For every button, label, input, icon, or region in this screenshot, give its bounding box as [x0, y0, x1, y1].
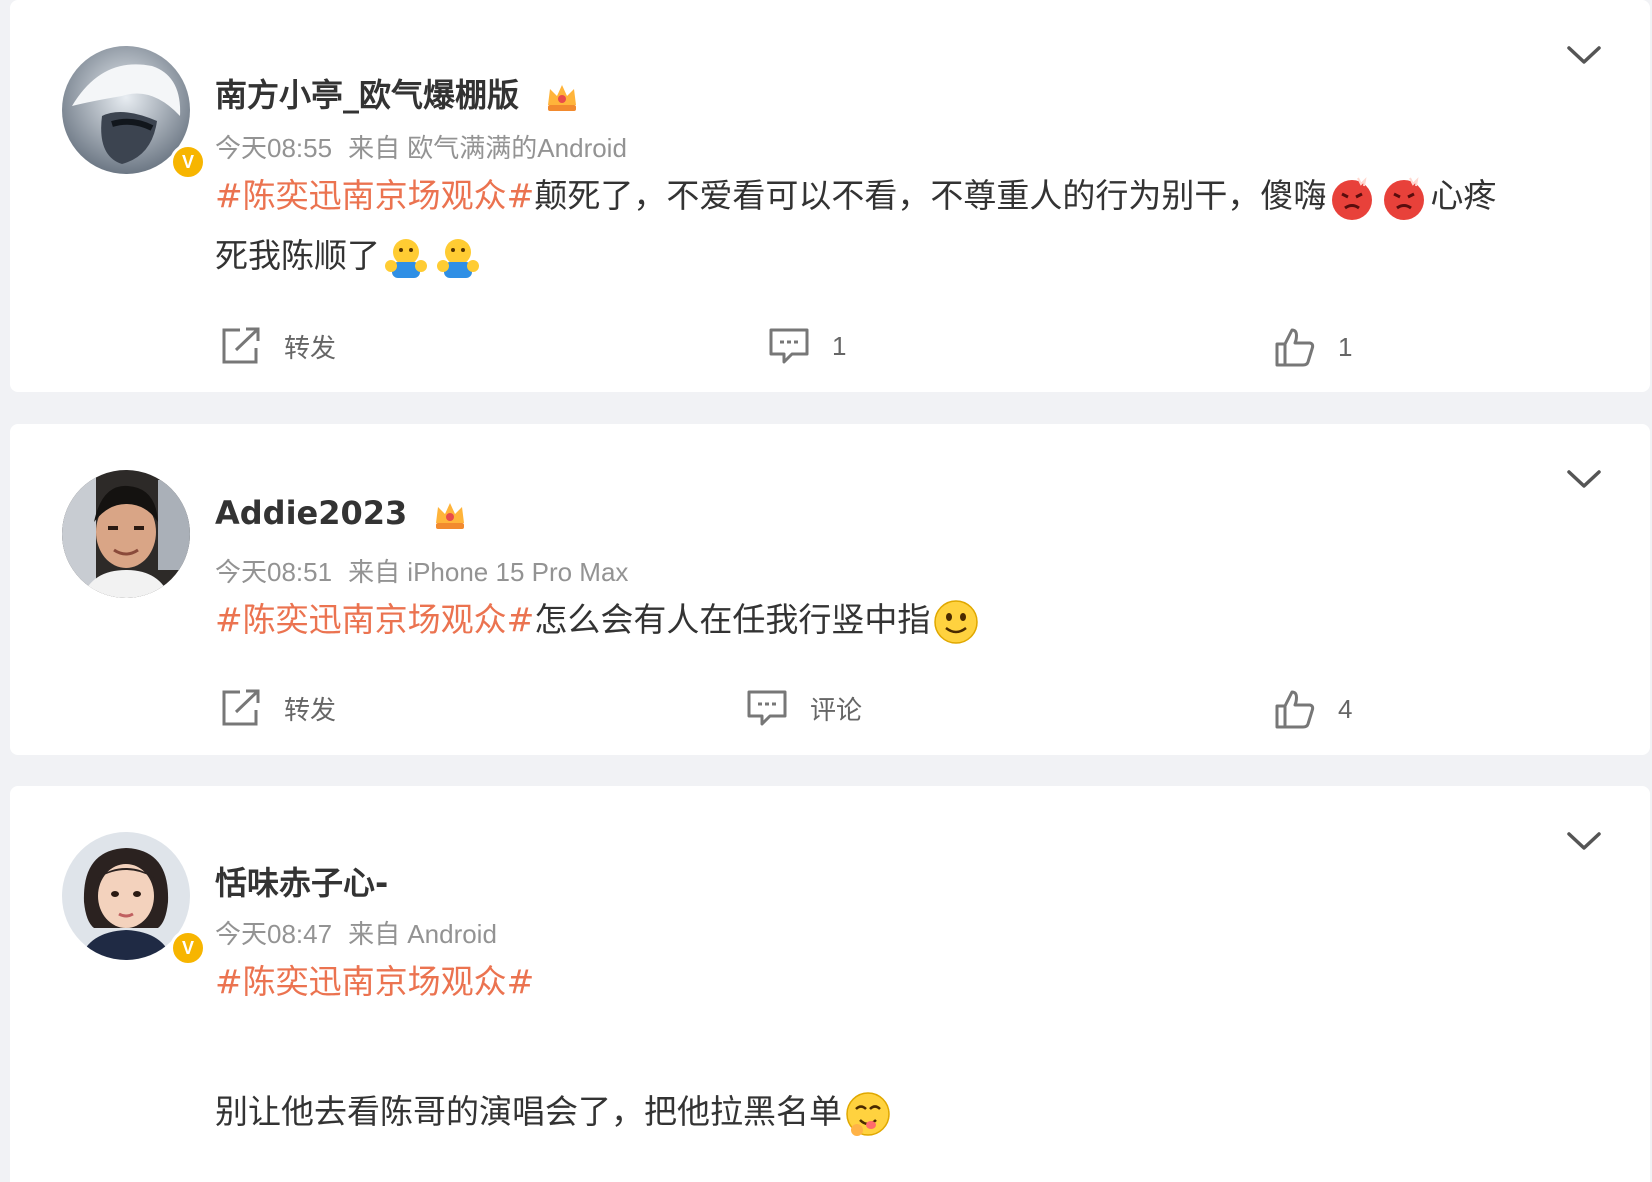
chevron-down-icon[interactable] [1566, 830, 1602, 852]
repost-label: 转发 [284, 694, 337, 725]
comment-icon [769, 328, 809, 364]
repost-label: 转发 [284, 332, 337, 363]
post-text-body: 死我陈顺了 [215, 236, 380, 275]
post-time[interactable]: 今天08:55 [215, 133, 332, 163]
username[interactable]: Addie2023 [215, 494, 468, 533]
crown-badge-icon [548, 85, 577, 111]
post-text: 别让他去看陈哥的演唱会了，把他拉黑名单 [215, 1082, 1605, 1142]
post-text: #陈奕迅南京场观众# [215, 952, 1605, 1012]
post-meta: 今天08:51 来自 iPhone 15 Pro Max [215, 552, 628, 589]
hashtag-link[interactable]: #陈奕迅南京场观众# [215, 176, 534, 215]
repost-button[interactable]: 转发 [220, 326, 336, 366]
username[interactable]: 南方小亭_欧气爆棚版 [215, 70, 580, 116]
comment-icon [747, 690, 787, 726]
share-icon [222, 327, 260, 364]
avatar-image [62, 470, 190, 598]
yummy-emoji-icon [846, 1091, 890, 1136]
post-time[interactable]: 今天08:47 [215, 919, 332, 949]
verified-badge-icon: V [170, 930, 206, 966]
like-count: 4 [1338, 693, 1353, 724]
post-meta: 今天08:55 来自 欧气满满的Android [215, 128, 627, 165]
hug-emoji-icon [385, 238, 427, 278]
post-text: #陈奕迅南京场观众#颠死了，不爱看可以不看，不尊重人的行为别干，傻嗨 心疼死我陈顺… [215, 166, 1605, 286]
chevron-down-icon[interactable] [1566, 468, 1602, 490]
like-count: 1 [1338, 331, 1353, 362]
username[interactable]: 恬味赤子心- [215, 858, 388, 904]
post-text-body: 心疼 [1430, 176, 1497, 215]
hashtag-link[interactable]: #陈奕迅南京场观众# [215, 600, 534, 639]
comment-count: 1 [832, 330, 847, 361]
share-icon [222, 689, 260, 726]
crown-badge-icon [436, 503, 465, 529]
post-text: #陈奕迅南京场观众#怎么会有人在任我行竖中指 [215, 590, 1605, 650]
angry-emoji-icon [1332, 176, 1373, 220]
post-card: V 南方小亭_欧气爆棚版 今天08:55 来自 欧气满满的Android #陈奕迅… [10, 0, 1650, 392]
like-button[interactable]: 4 [1274, 688, 1352, 730]
post-text-body: 别让他去看陈哥的演唱会了，把他拉黑名单 [215, 1092, 842, 1131]
comment-label: 评论 [810, 694, 863, 725]
post-meta: 今天08:47 来自 Android [215, 914, 497, 951]
avatar[interactable]: V [62, 46, 206, 180]
smile-emoji-icon [934, 599, 979, 644]
comment-button[interactable]: 评论 [746, 688, 862, 728]
verified-badge-icon: V [170, 144, 206, 180]
chevron-down-icon[interactable] [1566, 44, 1602, 66]
post-card: Addie2023 今天08:51 来自 iPhone 15 Pro Max #陈… [10, 424, 1650, 755]
post-text-body: 怎么会有人在任我行竖中指 [534, 600, 931, 639]
thumbs-up-icon [1275, 328, 1315, 367]
post-source: 来自 欧气满满的Android [348, 133, 627, 163]
post-text-body: 颠死了，不爱看可以不看，不尊重人的行为别干，傻嗨 [534, 176, 1327, 215]
like-button[interactable]: 1 [1274, 326, 1352, 368]
avatar[interactable] [62, 470, 190, 598]
avatar[interactable]: V [62, 832, 206, 966]
post-source: 来自 Android [348, 919, 497, 949]
angry-emoji-icon [1384, 176, 1425, 220]
hug-emoji-icon [437, 238, 479, 278]
thumbs-up-icon [1275, 690, 1315, 729]
post-card: V 恬味赤子心- 今天08:47 来自 Android #陈奕迅南京场观众# 别让… [10, 786, 1650, 1182]
post-source: 来自 iPhone 15 Pro Max [348, 557, 629, 587]
comment-button[interactable]: 1 [768, 326, 846, 366]
repost-button[interactable]: 转发 [220, 688, 336, 728]
post-time[interactable]: 今天08:51 [215, 557, 332, 587]
hashtag-link[interactable]: #陈奕迅南京场观众# [215, 962, 534, 1001]
